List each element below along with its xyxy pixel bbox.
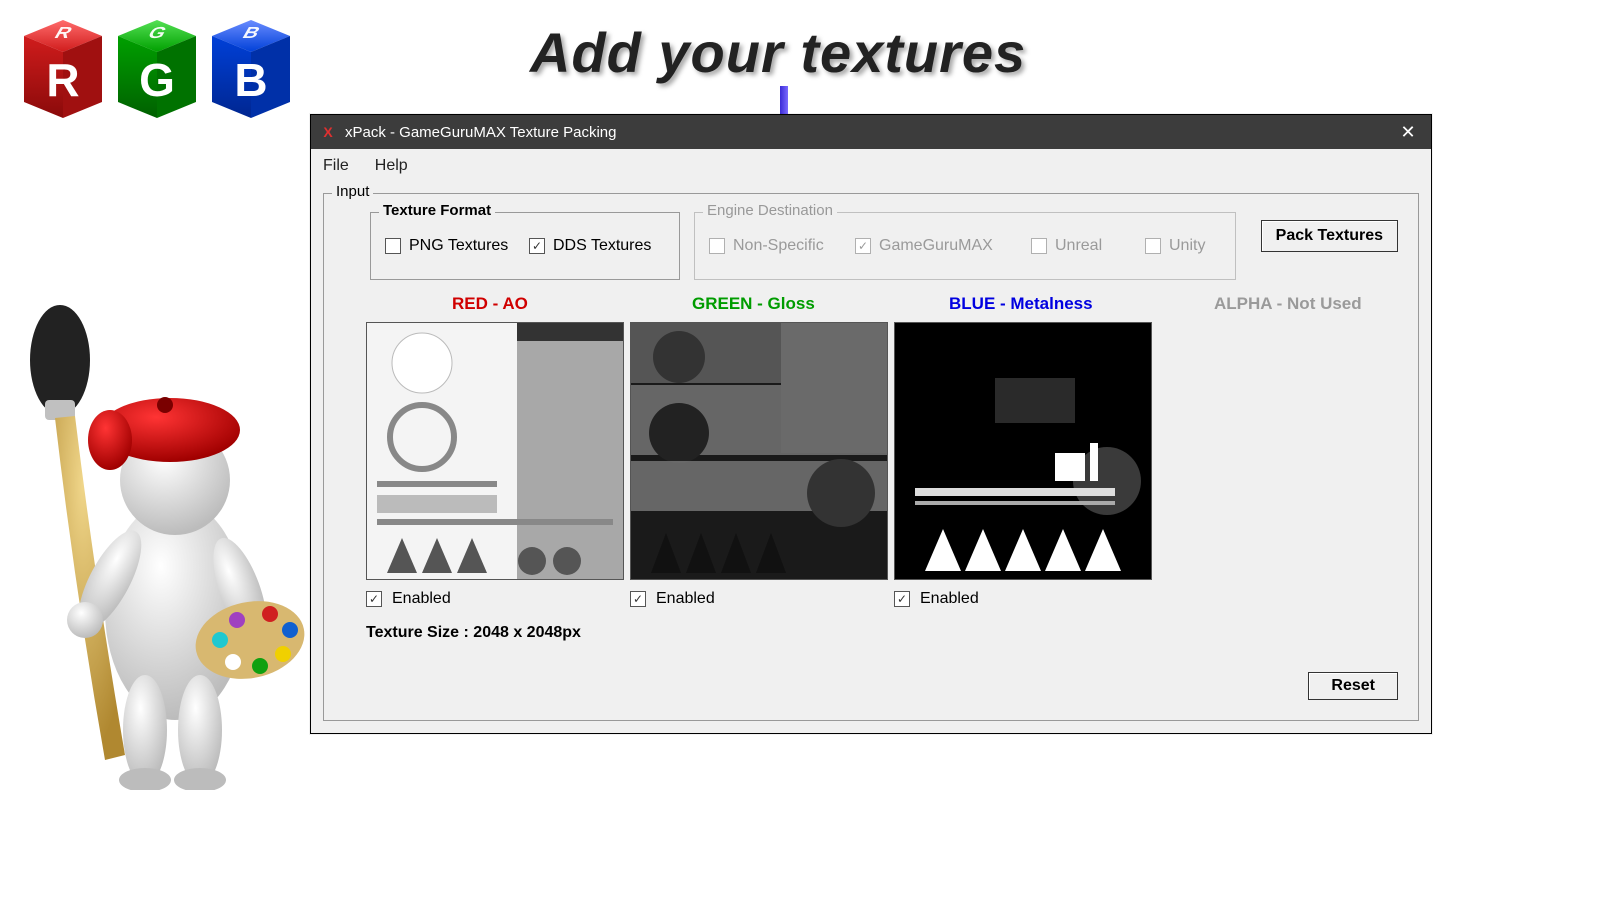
fieldset-input: Input Texture Format PNG Textures DDS Te… xyxy=(323,193,1419,721)
cube-blue: B B xyxy=(208,18,294,123)
texture-slot-green[interactable] xyxy=(630,322,888,580)
svg-text:G: G xyxy=(139,54,175,106)
label-unreal: Unreal xyxy=(1055,237,1102,255)
app-icon: X xyxy=(319,123,337,141)
texture-size-label: Texture Size : 2048 x 2048px xyxy=(366,624,581,642)
label-dds-textures: DDS Textures xyxy=(553,237,651,255)
label-png-textures: PNG Textures xyxy=(409,237,508,255)
label-non-specific: Non-Specific xyxy=(733,237,824,255)
legend-engine-destination: Engine Destination xyxy=(703,202,837,219)
texture-slot-red[interactable] xyxy=(366,322,624,580)
svg-text:B: B xyxy=(234,54,267,106)
checkbox-gamegurumax[interactable] xyxy=(855,238,871,254)
checkbox-dds-textures[interactable] xyxy=(529,238,545,254)
cube-red: R R xyxy=(20,18,106,123)
checkbox-enabled-green[interactable] xyxy=(630,591,646,607)
label-gamegurumax: GameGuruMAX xyxy=(879,237,993,255)
menu-help[interactable]: Help xyxy=(375,157,408,175)
checkbox-unity[interactable] xyxy=(1145,238,1161,254)
checkbox-png-textures[interactable] xyxy=(385,238,401,254)
cube-green: G G xyxy=(114,18,200,123)
titlebar[interactable]: X xPack - GameGuruMAX Texture Packing ✕ xyxy=(311,115,1431,149)
legend-input: Input xyxy=(332,183,373,200)
checkbox-unreal[interactable] xyxy=(1031,238,1047,254)
label-enabled-blue: Enabled xyxy=(920,590,979,608)
fieldset-texture-format: Texture Format PNG Textures DDS Textures xyxy=(370,212,680,280)
header-blue: BLUE - Metalness xyxy=(949,294,1093,314)
reset-button[interactable]: Reset xyxy=(1308,672,1398,700)
menu-file[interactable]: File xyxy=(323,157,349,175)
window-close-button[interactable]: ✕ xyxy=(1391,115,1425,149)
label-enabled-red: Enabled xyxy=(392,590,451,608)
pack-textures-button[interactable]: Pack Textures xyxy=(1261,220,1398,252)
checkbox-non-specific[interactable] xyxy=(709,238,725,254)
label-unity: Unity xyxy=(1169,237,1205,255)
checkbox-enabled-red[interactable] xyxy=(366,591,382,607)
window-title: xPack - GameGuruMAX Texture Packing xyxy=(345,124,617,141)
header-red: RED - AO xyxy=(452,294,528,314)
rgb-cubes-illustration: R R G G xyxy=(20,18,294,123)
page-headline: Add your textures xyxy=(530,20,1026,85)
checkbox-enabled-blue[interactable] xyxy=(894,591,910,607)
label-enabled-green: Enabled xyxy=(656,590,715,608)
header-green: GREEN - Gloss xyxy=(692,294,815,314)
menubar: File Help xyxy=(311,149,1431,183)
texture-slot-blue[interactable] xyxy=(894,322,1152,580)
svg-text:R: R xyxy=(46,54,79,106)
legend-texture-format: Texture Format xyxy=(379,202,495,219)
header-alpha: ALPHA - Not Used xyxy=(1214,294,1362,314)
fieldset-engine-destination: Engine Destination Non-Specific GameGuru… xyxy=(694,212,1236,280)
painter-illustration xyxy=(15,290,305,790)
app-window: X xPack - GameGuruMAX Texture Packing ✕ … xyxy=(310,114,1432,734)
